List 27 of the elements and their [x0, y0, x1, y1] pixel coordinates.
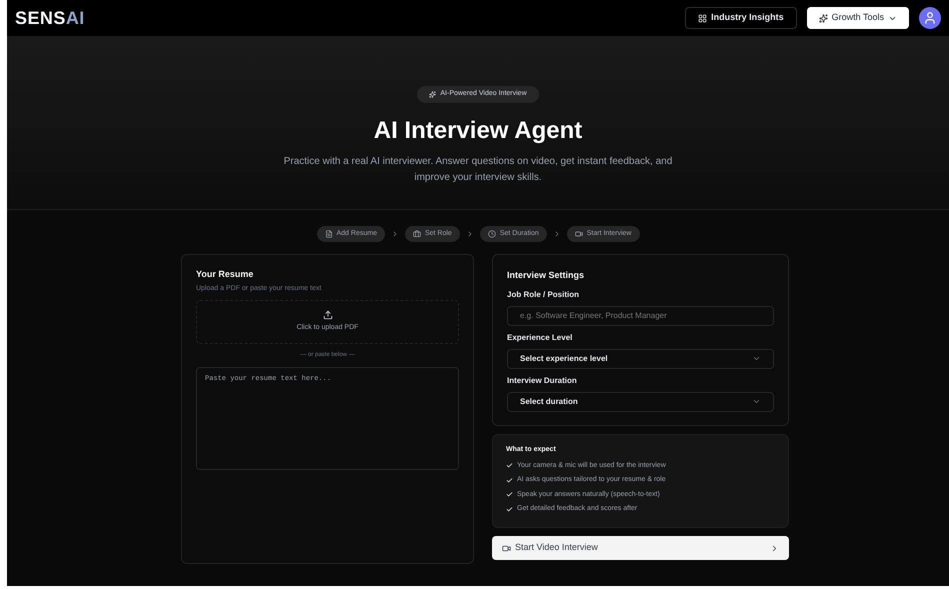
field-label: Job Role / Position	[507, 288, 580, 300]
page-subtitle: Practice with a real AI interviewer. Answer questions on video, get instant feedback, and improve your interview skills.	[282, 155, 674, 185]
logo[interactable]: SENSAI	[15, 4, 85, 32]
briefcase-icon	[412, 230, 421, 238]
input-field[interactable]: e.g. Software Engineer, Product Manager	[507, 306, 774, 326]
chevron-right-icon	[770, 544, 779, 552]
upload-icon	[322, 310, 332, 320]
chevron-down-icon	[752, 397, 761, 406]
card-title: Your Resume	[196, 268, 254, 281]
nav-link[interactable]: Industry Insights	[685, 7, 797, 29]
avatar[interactable]	[919, 7, 941, 29]
video-camera-icon	[502, 544, 511, 552]
grid-icon	[698, 14, 708, 22]
chevron-down-icon	[752, 354, 761, 363]
select-field[interactable]: Select experience level	[507, 348, 774, 368]
user-icon	[923, 11, 937, 25]
start-interview-button[interactable]: Start Video Interview	[492, 536, 789, 560]
file-icon	[324, 230, 332, 238]
card-title: Interview Settings	[507, 269, 586, 282]
dropdown-button[interactable]: Growth Tools	[806, 7, 909, 29]
field-label: Experience Level	[507, 332, 574, 344]
sparkle-icon	[818, 14, 828, 22]
page-title: AI Interview Agent	[374, 116, 582, 146]
field-label: Interview Duration	[507, 374, 578, 386]
video-camera-icon	[574, 230, 583, 238]
select-field[interactable]: Select duration	[507, 392, 774, 412]
clock-icon	[488, 230, 496, 238]
